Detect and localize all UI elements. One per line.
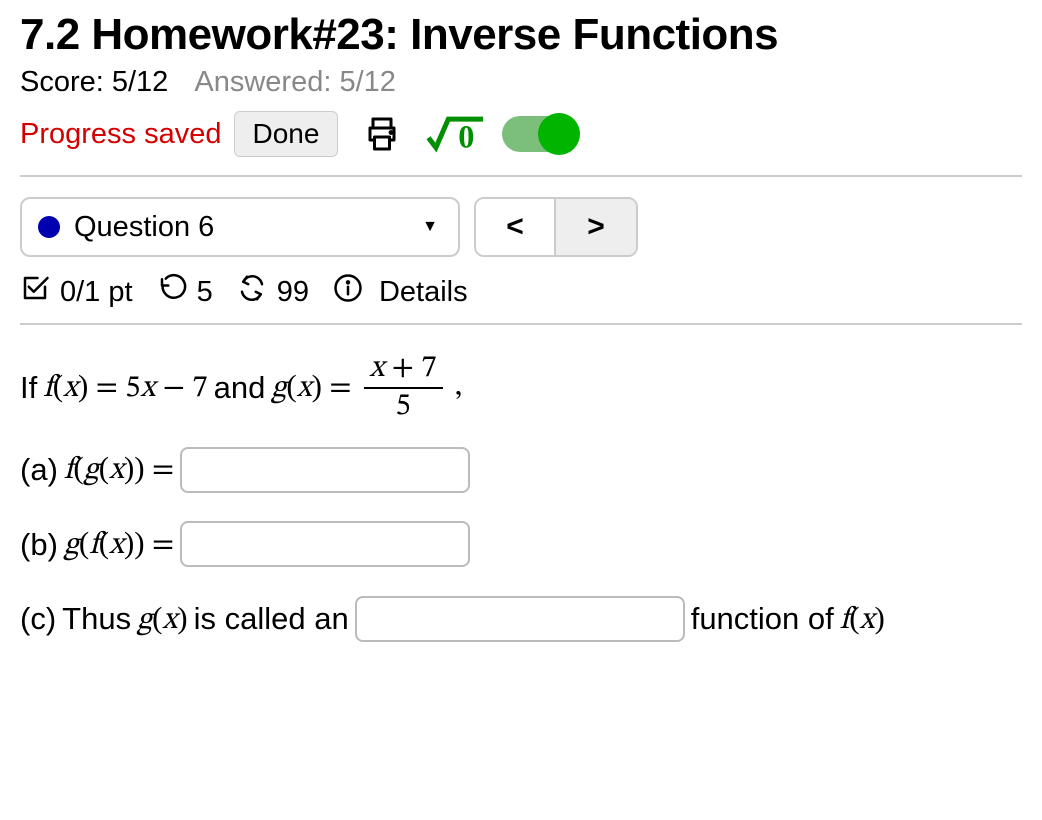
answered-label: Answered: 5/12 bbox=[194, 66, 396, 98]
retries-label: 99 bbox=[277, 276, 309, 309]
question-nav-row: Question 6 ▼ < > bbox=[20, 197, 1022, 257]
checkbox-icon bbox=[20, 273, 50, 311]
attempts-label: 5 bbox=[197, 276, 213, 309]
score-label: Score: 5/12 bbox=[20, 66, 168, 98]
question-selector-label: Question 6 bbox=[74, 211, 214, 244]
part-c: (c) Thus g(x) is called an function of f… bbox=[20, 590, 1022, 649]
answer-input-b[interactable] bbox=[180, 521, 470, 567]
answer-input-c[interactable] bbox=[355, 596, 685, 642]
math-toggle[interactable] bbox=[502, 116, 578, 152]
done-button[interactable]: Done bbox=[234, 111, 339, 157]
part-b: (b) g(f(x)) = bbox=[20, 515, 1022, 574]
undo-icon bbox=[157, 273, 187, 311]
page-title: 7.2 Homework#23: Inverse Functions bbox=[20, 10, 1022, 60]
status-line: Score: 5/12 Answered: 5/12 bbox=[20, 66, 1022, 99]
question-body: If f(x) = 5x − 7 and g(x) = x + 7 5 , (a… bbox=[20, 351, 1022, 649]
caret-down-icon: ▼ bbox=[422, 218, 438, 236]
next-question-button[interactable]: > bbox=[556, 199, 636, 255]
svg-text:0: 0 bbox=[459, 119, 475, 153]
question-info-row: 0/1 pt 5 99 Details bbox=[20, 273, 1022, 325]
progress-line: Progress saved Done 0 bbox=[20, 111, 1022, 177]
progress-saved-label: Progress saved bbox=[20, 118, 222, 151]
part-a: (a) f(g(x)) = bbox=[20, 440, 1022, 499]
retry-icon bbox=[237, 273, 267, 311]
question-selector[interactable]: Question 6 ▼ bbox=[20, 197, 460, 257]
math-root-icon[interactable]: 0 bbox=[426, 114, 488, 154]
print-icon[interactable] bbox=[362, 114, 402, 154]
info-icon[interactable] bbox=[333, 273, 363, 311]
prev-question-button[interactable]: < bbox=[476, 199, 556, 255]
question-prompt: If f(x) = 5x − 7 and g(x) = x + 7 5 , bbox=[20, 351, 1022, 424]
answer-input-a[interactable] bbox=[180, 447, 470, 493]
details-label[interactable]: Details bbox=[379, 276, 468, 309]
points-label: 0/1 pt bbox=[60, 276, 133, 309]
nav-buttons: < > bbox=[474, 197, 638, 257]
status-dot-icon bbox=[38, 216, 60, 238]
